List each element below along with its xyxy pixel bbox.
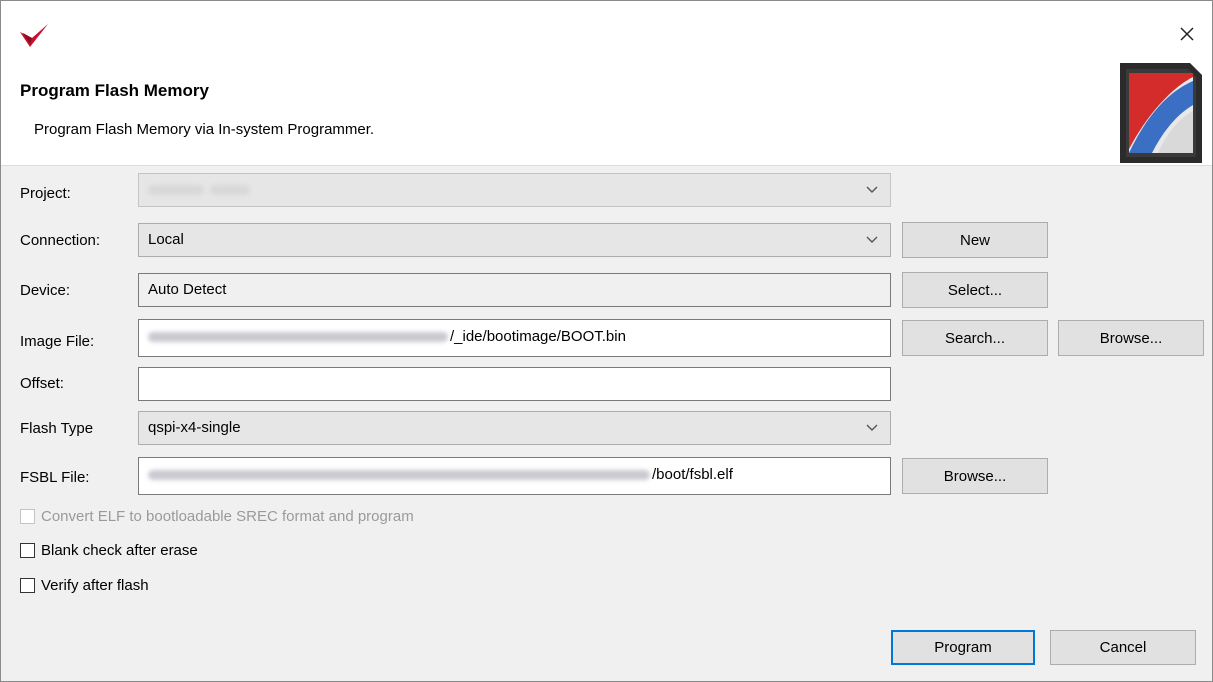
cancel-button[interactable]: Cancel (1050, 630, 1196, 665)
convert-elf-label: Convert ELF to bootloadable SREC format … (41, 508, 414, 525)
connection-value: Local (148, 231, 184, 248)
redacted-path (148, 332, 448, 343)
verify-label: Verify after flash (41, 577, 149, 594)
device-value: Auto Detect (148, 281, 227, 298)
offset-input[interactable] (138, 367, 891, 401)
project-dropdown[interactable] (138, 173, 891, 207)
image-file-input[interactable]: /_ide/bootimage/BOOT.bin (138, 319, 891, 357)
blank-check-checkbox[interactable]: Blank check after erase (20, 542, 198, 559)
blank-check-label: Blank check after erase (41, 542, 198, 559)
device-label: Device: (20, 282, 71, 299)
chevron-down-icon (866, 236, 878, 243)
flash-type-value: qspi-x4-single (148, 419, 241, 436)
close-icon (1180, 27, 1194, 41)
dialog-title: Program Flash Memory (20, 81, 209, 100)
verify-checkbox[interactable]: Verify after flash (20, 577, 149, 594)
close-button[interactable] (1172, 19, 1202, 49)
program-flash-dialog: Program Flash Memory Program Flash Memor… (0, 0, 1213, 682)
image-file-label: Image File: (20, 333, 95, 350)
browse-image-button[interactable]: Browse... (1058, 320, 1204, 356)
program-button[interactable]: Program (891, 630, 1035, 665)
project-label: Project: (20, 185, 71, 202)
chevron-down-icon (866, 186, 878, 193)
connection-dropdown[interactable]: Local (138, 223, 891, 257)
vitis-logo-icon (20, 24, 48, 47)
connection-label: Connection: (20, 232, 101, 249)
convert-elf-checkbox[interactable]: Convert ELF to bootloadable SREC format … (20, 508, 414, 525)
browse-fsbl-button[interactable]: Browse... (902, 458, 1048, 494)
select-device-button[interactable]: Select... (902, 272, 1048, 308)
image-file-path: /_ide/bootimage/BOOT.bin (450, 328, 626, 345)
redacted-path (148, 470, 650, 481)
flash-memory-icon (1120, 63, 1202, 163)
dialog-subtitle: Program Flash Memory via In-system Progr… (34, 121, 375, 138)
fsbl-file-input[interactable]: /boot/fsbl.elf (138, 457, 891, 495)
redacted-project-name (210, 185, 251, 196)
new-connection-button[interactable]: New (902, 222, 1048, 258)
fsbl-file-path: /boot/fsbl.elf (652, 466, 733, 483)
offset-label: Offset: (20, 375, 64, 392)
checkbox-box (20, 509, 35, 524)
redacted-project-name (148, 185, 204, 196)
checkbox-box (20, 543, 35, 558)
fsbl-file-label: FSBL File: (20, 469, 90, 486)
dialog-header: Program Flash Memory Program Flash Memor… (1, 1, 1212, 166)
flash-type-label: Flash Type (20, 420, 94, 437)
flash-type-dropdown[interactable]: qspi-x4-single (138, 411, 891, 445)
chevron-down-icon (866, 424, 878, 431)
search-image-button[interactable]: Search... (902, 320, 1048, 356)
checkbox-box (20, 578, 35, 593)
device-field: Auto Detect (138, 273, 891, 307)
